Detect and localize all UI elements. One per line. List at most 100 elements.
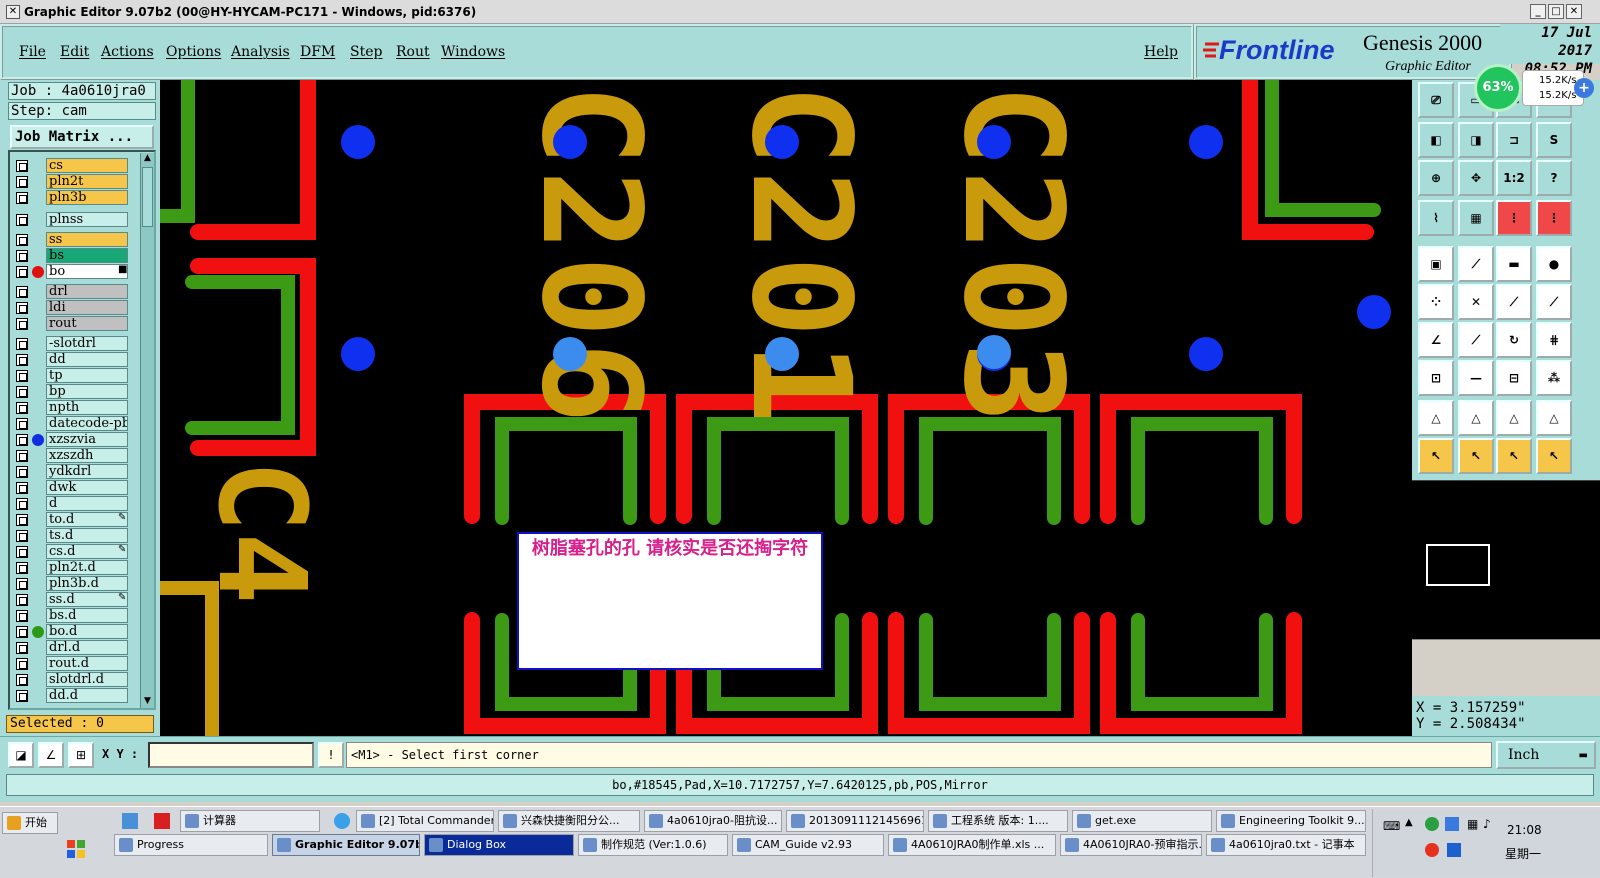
layer-name[interactable]: ss	[46, 232, 128, 247]
layer-name[interactable]: plnss	[46, 212, 128, 227]
dot-icon[interactable]: ●	[1536, 246, 1572, 282]
delta4-icon[interactable]: △	[1536, 400, 1572, 436]
layer-checkbox[interactable]	[16, 546, 28, 558]
film-icon[interactable]: ▣	[1418, 246, 1454, 282]
plus-icon[interactable]: +	[1574, 78, 1594, 98]
menu-windows[interactable]: Windows	[441, 44, 505, 60]
angle-snap-icon[interactable]: ∠	[38, 742, 64, 768]
scroll-up-icon[interactable]: ▲	[141, 153, 154, 165]
menu-help[interactable]: Help	[1144, 44, 1178, 60]
bars-icon[interactable]: ⋕	[1536, 322, 1572, 358]
maximize-button[interactable]: □	[1548, 4, 1564, 19]
layer-name[interactable]: d	[46, 496, 128, 511]
layer-name[interactable]: bs	[46, 248, 128, 263]
dialog-box[interactable]: 树脂塞孔的孔 请核实是否还掏字符	[517, 532, 823, 670]
windows-logo-icon[interactable]	[66, 839, 86, 859]
zoom-fit-icon[interactable]: ⊐	[1496, 122, 1532, 158]
xy-input[interactable]	[148, 742, 314, 768]
taskbar-item[interactable]: get.exe	[1072, 810, 1212, 832]
taskbar-item[interactable]: CAM_Guide v2.93	[732, 834, 884, 856]
menu-file[interactable]: File	[19, 44, 46, 60]
layer-name[interactable]: bo	[46, 264, 128, 279]
layer-name[interactable]: xzszvia	[46, 432, 128, 447]
taskbar-item[interactable]: 兴森快捷衡阳分公...	[498, 810, 640, 832]
layer-name[interactable]: dd.d	[46, 688, 128, 703]
cross-icon[interactable]: ✕	[1458, 284, 1494, 320]
cluster-icon[interactable]: ⁂	[1536, 360, 1572, 396]
minus-icon[interactable]: —	[1458, 360, 1494, 396]
window-icon[interactable]: ⎚	[1418, 82, 1454, 118]
tray-360-icon[interactable]	[1425, 843, 1439, 857]
layer-checkbox[interactable]	[16, 318, 28, 330]
warning-icon[interactable]: !	[318, 742, 344, 768]
tray-volume-icon[interactable]: ♪	[1483, 817, 1491, 831]
taskbar-item[interactable]: 20130911121456961...	[786, 810, 924, 832]
snap-red2-icon[interactable]: ⋮	[1536, 200, 1572, 236]
layer-checkbox[interactable]	[16, 354, 28, 366]
angle-icon[interactable]: ∠	[1418, 322, 1454, 358]
layer-checkbox[interactable]	[16, 338, 28, 350]
taskbar-item[interactable]: Progress	[114, 834, 268, 856]
taskbar-item[interactable]: 4A0610JRA0-预审指示...	[1060, 834, 1202, 856]
pan-right-icon[interactable]: ◨	[1458, 122, 1494, 158]
layer-checkbox[interactable]	[16, 214, 28, 226]
tray-security-icon[interactable]	[1425, 817, 1439, 831]
pdf-app-icon[interactable]	[154, 813, 170, 829]
tray-arrow-icon[interactable]: ▲	[1405, 817, 1413, 828]
layer-name[interactable]: bo.d	[46, 624, 128, 639]
line2-icon[interactable]: ⟋	[1536, 284, 1572, 320]
layer-list-scrollbar[interactable]: ▲ ▼	[140, 153, 154, 708]
start-button[interactable]: 开始	[2, 812, 58, 834]
layer-checkbox[interactable]	[16, 434, 28, 446]
layer-checkbox[interactable]	[16, 498, 28, 510]
layer-name[interactable]: slotdrl.d	[46, 672, 128, 687]
taskbar-item[interactable]: 工程系统 版本: 1....	[928, 810, 1068, 832]
layer-checkbox[interactable]	[16, 402, 28, 414]
pointer3-icon[interactable]: ↖	[1496, 438, 1532, 474]
connect-icon[interactable]: ⁘	[1418, 284, 1454, 320]
layer-name[interactable]: rout.d	[46, 656, 128, 671]
layer-checkbox[interactable]	[16, 690, 28, 702]
taskbar-item[interactable]: [2] Total Commander ...	[356, 810, 494, 832]
layer-name[interactable]: pln3b.d	[46, 576, 128, 591]
undo-icon[interactable]: ↻	[1496, 322, 1532, 358]
layer-name[interactable]: cs.d	[46, 544, 128, 559]
minimize-button[interactable]: _	[1530, 4, 1546, 19]
layer-checkbox[interactable]	[16, 658, 28, 670]
layer-checkbox[interactable]	[16, 466, 28, 478]
menu-rout[interactable]: Rout	[396, 44, 430, 60]
layer-checkbox[interactable]	[16, 626, 28, 638]
line-icon[interactable]: ⟋	[1496, 284, 1532, 320]
layer-name[interactable]: rout	[46, 316, 128, 331]
cpu-badge[interactable]: 63%	[1474, 64, 1522, 112]
pointer2-icon[interactable]: ↖	[1458, 438, 1494, 474]
help-icon[interactable]: ?	[1536, 160, 1572, 196]
close-button[interactable]: ✕	[1566, 4, 1582, 19]
job-matrix-button[interactable]: Job Matrix ...	[10, 125, 154, 149]
zoom-area-icon[interactable]: ⊕	[1418, 160, 1454, 196]
layer-name[interactable]: ydkdrl	[46, 464, 128, 479]
taskbar-item[interactable]: Engineering Toolkit 9....	[1216, 810, 1366, 832]
taskbar-item[interactable]: 制作规范 (Ver:1.0.6)	[578, 834, 728, 856]
scroll-down-icon[interactable]: ▼	[141, 696, 154, 708]
layer-checkbox[interactable]	[16, 160, 28, 172]
layer-name[interactable]: ts.d	[46, 528, 128, 543]
profile-icon[interactable]: ⌇	[1418, 200, 1454, 236]
layer-name[interactable]: datecode-pbo	[46, 416, 128, 431]
clock-day[interactable]: 星期一	[1505, 845, 1541, 862]
pointer-icon[interactable]: ↖	[1418, 438, 1454, 474]
overview-viewport[interactable]	[1426, 544, 1490, 586]
tray-network-icon[interactable]: ▦	[1467, 817, 1478, 831]
layer-checkbox[interactable]	[16, 610, 28, 622]
layer-name[interactable]: ss.d	[46, 592, 128, 607]
taskbar-item[interactable]: 4a0610jra0.txt - 记事本	[1206, 834, 1366, 856]
unit-selector[interactable]: Inch ▬	[1496, 741, 1596, 769]
layer-checkbox[interactable]	[16, 370, 28, 382]
layer-checkbox[interactable]	[16, 562, 28, 574]
layer-checkbox[interactable]	[16, 286, 28, 298]
layer-name[interactable]: pln2t	[46, 174, 128, 189]
layers-app-icon[interactable]	[122, 813, 138, 829]
menu-analysis[interactable]: Analysis	[231, 44, 290, 60]
ruler-icon[interactable]: ▬	[1496, 246, 1532, 282]
layer-checkbox[interactable]	[16, 302, 28, 314]
